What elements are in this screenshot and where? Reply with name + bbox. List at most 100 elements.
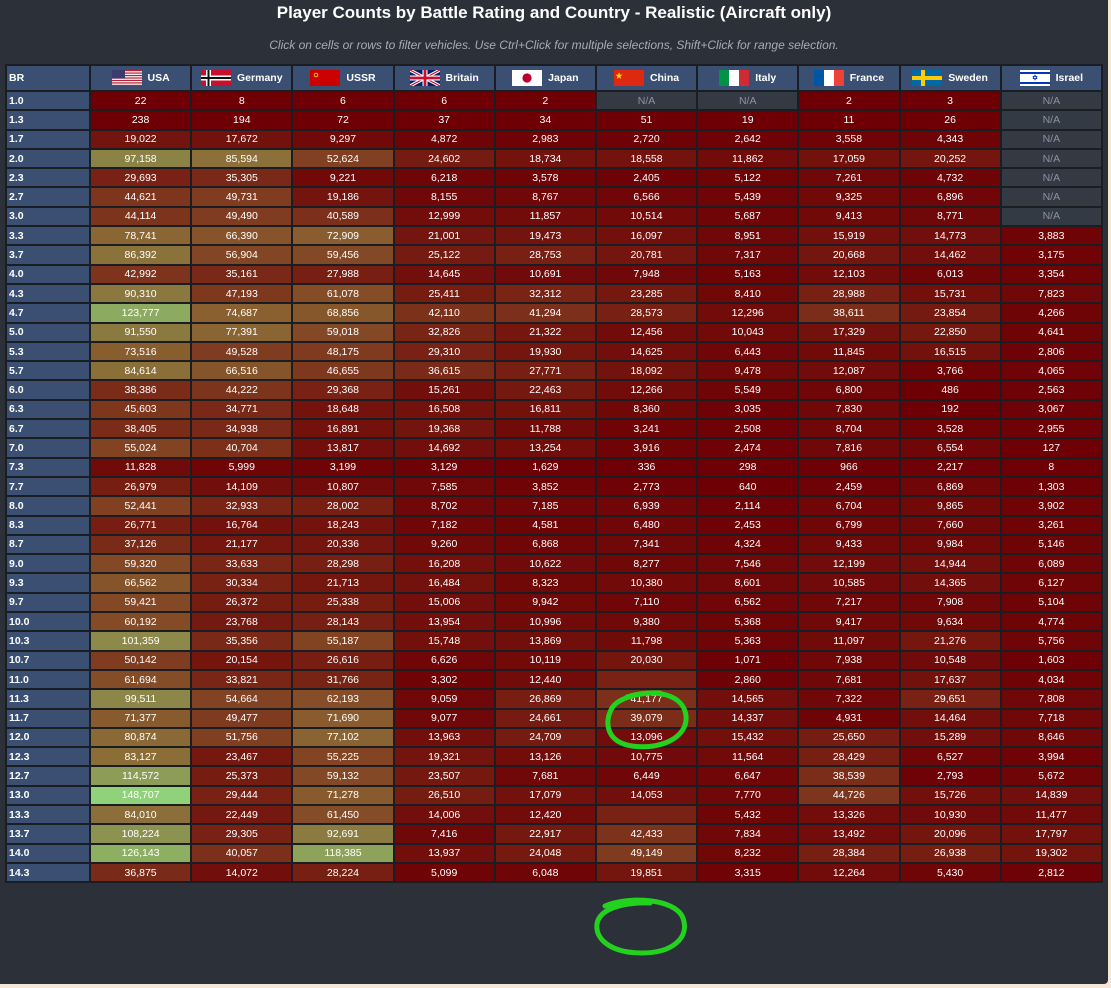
- table-cell[interactable]: 24,661: [495, 709, 595, 727]
- table-cell[interactable]: 73,516: [91, 342, 191, 361]
- table-cell[interactable]: 4,641: [1001, 323, 1101, 341]
- table-cell[interactable]: 8,323: [495, 574, 595, 592]
- table-cell[interactable]: 59,320: [91, 555, 191, 573]
- br-label[interactable]: 8.7: [7, 535, 89, 554]
- table-row[interactable]: 6.0 38,386 44,222 29,368 15,261 22,463 12,266 5…: [7, 381, 1101, 399]
- table-cell[interactable]: 5,104: [1001, 593, 1101, 612]
- table-cell[interactable]: 33,633: [192, 555, 292, 573]
- table-cell[interactable]: 6,869: [900, 477, 1000, 496]
- table-cell[interactable]: 6,562: [698, 593, 798, 612]
- table-cell[interactable]: 7,416: [394, 825, 494, 843]
- table-cell[interactable]: 16,764: [192, 516, 292, 534]
- table-cell[interactable]: 9,221: [293, 169, 393, 187]
- br-label[interactable]: 12.3: [7, 748, 89, 766]
- column-header-italy[interactable]: Italy: [698, 66, 798, 90]
- table-cell[interactable]: 14,053: [596, 786, 697, 804]
- table-cell[interactable]: 50,142: [91, 651, 191, 669]
- table-cell[interactable]: 39,079: [596, 709, 697, 727]
- table-cell[interactable]: 17,329: [799, 323, 899, 341]
- table-cell[interactable]: 26: [900, 111, 1000, 129]
- table-row[interactable]: 5.0 91,550 77,391 59,018 32,826 21,322 12,456 1…: [7, 323, 1101, 341]
- table-row[interactable]: 10.0 60,192 23,768 28,143 13,954 10,996 9,380 5…: [7, 613, 1101, 631]
- table-cell[interactable]: 30,334: [192, 574, 292, 592]
- table-row[interactable]: 9.0 59,320 33,633 28,298 16,208 10,622 8,277 7,…: [7, 555, 1101, 573]
- table-cell[interactable]: 19,851: [596, 863, 697, 882]
- table-cell[interactable]: 2,955: [1001, 420, 1101, 438]
- table-cell[interactable]: 7,948: [596, 265, 697, 283]
- table-cell[interactable]: 5,756: [1001, 632, 1101, 650]
- table-cell[interactable]: 28,002: [293, 497, 393, 515]
- table-cell[interactable]: 2,217: [900, 458, 1000, 476]
- table-cell[interactable]: 14,692: [394, 439, 494, 457]
- table-cell[interactable]: 14,109: [192, 477, 292, 496]
- table-cell[interactable]: 12,296: [698, 304, 798, 322]
- table-cell[interactable]: 20,668: [799, 246, 899, 264]
- table-cell[interactable]: 16,811: [495, 400, 595, 419]
- table-cell[interactable]: 12,440: [495, 670, 595, 689]
- table-cell[interactable]: 20,154: [192, 651, 292, 669]
- table-row[interactable]: 1.7 19,022 17,672 9,297 4,872 2,983 2,720 2,642…: [7, 130, 1101, 148]
- table-cell[interactable]: 5,430: [900, 863, 1000, 882]
- table-cell[interactable]: 6,626: [394, 651, 494, 669]
- table-cell[interactable]: 35,161: [192, 265, 292, 283]
- table-cell[interactable]: 18,734: [495, 149, 595, 168]
- table-cell[interactable]: 3,916: [596, 439, 697, 457]
- table-cell[interactable]: 40,704: [192, 439, 292, 457]
- table-row[interactable]: 5.7 84,614 66,516 46,655 36,615 27,771 18,092 9…: [7, 362, 1101, 380]
- table-cell[interactable]: 7,341: [596, 535, 697, 554]
- br-label[interactable]: 13.7: [7, 825, 89, 843]
- table-cell[interactable]: 13,817: [293, 439, 393, 457]
- table-cell[interactable]: 38,405: [91, 420, 191, 438]
- table-row[interactable]: 9.3 66,562 30,334 21,713 16,484 8,323 10,380 8,…: [7, 574, 1101, 592]
- table-cell[interactable]: 13,254: [495, 439, 595, 457]
- table-cell[interactable]: 2,459: [799, 477, 899, 496]
- table-row[interactable]: 6.3 45,603 34,771 18,648 16,508 16,811 8,360 3,…: [7, 400, 1101, 419]
- table-cell[interactable]: 84,614: [91, 362, 191, 380]
- column-header-germany[interactable]: Germany: [192, 66, 292, 90]
- table-cell[interactable]: 9,478: [698, 362, 798, 380]
- table-cell[interactable]: 13,096: [596, 728, 697, 747]
- br-label[interactable]: 10.3: [7, 632, 89, 650]
- table-cell[interactable]: 28,384: [799, 844, 899, 862]
- table-cell[interactable]: 9,059: [394, 690, 494, 708]
- table-cell[interactable]: 46,655: [293, 362, 393, 380]
- table-cell[interactable]: 10,775: [596, 748, 697, 766]
- table-cell[interactable]: N/A: [1001, 92, 1101, 110]
- table-cell[interactable]: 20,252: [900, 149, 1000, 168]
- table-cell[interactable]: 8: [192, 92, 292, 110]
- table-cell[interactable]: 49,528: [192, 342, 292, 361]
- table-cell[interactable]: N/A: [1001, 188, 1101, 206]
- table-row[interactable]: 13.3 84,010 22,449 61,450 14,006 12,420 5,432 1…: [7, 805, 1101, 824]
- table-cell[interactable]: N/A: [698, 92, 798, 110]
- table-cell[interactable]: 9,984: [900, 535, 1000, 554]
- table-cell[interactable]: 17,079: [495, 786, 595, 804]
- table-cell[interactable]: 12,999: [394, 207, 494, 226]
- table-cell[interactable]: 9,942: [495, 593, 595, 612]
- table-cell[interactable]: 6,566: [596, 188, 697, 206]
- table-cell[interactable]: 2,793: [900, 767, 1000, 785]
- table-cell[interactable]: 3,902: [1001, 497, 1101, 515]
- table-cell[interactable]: 2,405: [596, 169, 697, 187]
- table-cell[interactable]: 13,869: [495, 632, 595, 650]
- table-row[interactable]: 3.7 86,392 56,904 59,456 25,122 28,753 20,781 7…: [7, 246, 1101, 264]
- table-cell[interactable]: 59,132: [293, 767, 393, 785]
- table-cell[interactable]: 16,508: [394, 400, 494, 419]
- table-cell[interactable]: 13,937: [394, 844, 494, 862]
- table-cell[interactable]: 26,979: [91, 477, 191, 496]
- table-cell[interactable]: 2,773: [596, 477, 697, 496]
- table-cell[interactable]: 21,001: [394, 227, 494, 245]
- table-cell[interactable]: 8,767: [495, 188, 595, 206]
- br-label[interactable]: 4.7: [7, 304, 89, 322]
- br-label[interactable]: 5.0: [7, 323, 89, 341]
- table-row[interactable]: 7.3 11,828 5,999 3,199 3,129 1,629 336 298 966 2,…: [7, 458, 1101, 476]
- table-row[interactable]: 13.7 108,224 29,305 92,691 7,416 22,917 42,433…: [7, 825, 1101, 843]
- br-label[interactable]: 3.7: [7, 246, 89, 264]
- table-cell[interactable]: 28,753: [495, 246, 595, 264]
- table-cell[interactable]: 8,771: [900, 207, 1000, 226]
- table-cell[interactable]: 34: [495, 111, 595, 129]
- table-cell[interactable]: 10,043: [698, 323, 798, 341]
- table-cell[interactable]: 5,146: [1001, 535, 1101, 554]
- table-cell[interactable]: 13,492: [799, 825, 899, 843]
- table-cell[interactable]: 22,917: [495, 825, 595, 843]
- table-cell[interactable]: 5,439: [698, 188, 798, 206]
